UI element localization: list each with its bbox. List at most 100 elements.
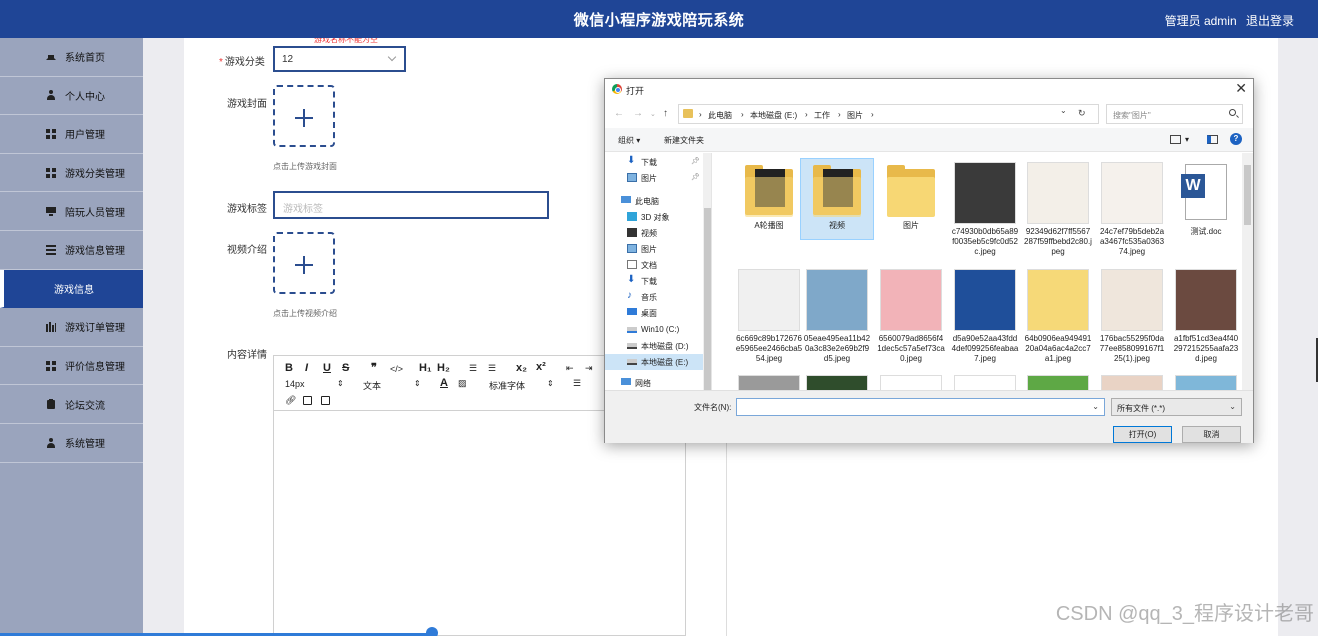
nav-item-pictures-quick[interactable]: 图片 📌︎ [605, 170, 711, 186]
file-item[interactable]: 05eae495ea11b420a3c83e2e69b2f9d5.jpeg [801, 266, 873, 363]
nav-item-documents[interactable]: 文档 [605, 257, 711, 273]
logout-link[interactable]: 退出登录 [1246, 14, 1294, 28]
chevron-down-icon[interactable]: ⌄ [1092, 402, 1099, 411]
refresh-icon[interactable]: ↻ [1078, 108, 1086, 119]
close-icon[interactable]: ✕ [1235, 80, 1247, 97]
nav-item-network[interactable]: 网络 [605, 375, 711, 390]
nav-item-downloads[interactable]: ⬇ 下载 📌︎ [605, 154, 711, 170]
text-type-select[interactable]: 文本 [363, 379, 381, 392]
font-size-select[interactable]: 14px [285, 379, 305, 389]
sidebar-item-companions[interactable]: 陪玩人员管理 [0, 192, 143, 231]
file-item[interactable]: c74930b0db65a89f0035eb5c9fc0d52c.jpeg [949, 159, 1021, 256]
underline-button[interactable]: U [323, 362, 331, 374]
nav-item-drive-d[interactable]: 本地磁盘 (D:) [605, 338, 711, 354]
breadcrumb-item[interactable]: 图片 [847, 110, 863, 121]
italic-button[interactable]: I [305, 362, 308, 374]
view-options-icon[interactable] [1170, 135, 1181, 144]
file-item[interactable]: 6560079ad8656f41dec5c57a5ef73ca0.jpeg [875, 266, 947, 363]
bullet-list-button[interactable]: ☰ [488, 363, 496, 374]
nav-scrollbar[interactable] [703, 153, 711, 390]
file-item[interactable]: 图片 [875, 159, 947, 239]
file-item[interactable] [875, 372, 947, 390]
file-item[interactable]: 176bac55295f0da77ee858099167f125(1).jpeg [1096, 266, 1168, 363]
help-icon[interactable]: ? [1230, 133, 1242, 145]
indent-button[interactable]: ⇥ [585, 363, 593, 374]
font-family-select[interactable]: 标准字体 [489, 379, 525, 392]
quote-button[interactable]: ❞ [371, 361, 377, 374]
file-item[interactable] [1096, 372, 1168, 390]
sidebar-item-reviews[interactable]: 评价信息管理 [0, 347, 143, 386]
bold-button[interactable]: B [285, 362, 293, 374]
image-icon[interactable] [303, 396, 312, 405]
recent-dropdown-icon[interactable]: ⌄ [650, 110, 656, 118]
tags-input[interactable]: 游戏标签 [273, 191, 549, 219]
sidebar-item-home[interactable]: 系统首页 [0, 38, 143, 77]
sidebar-item-users[interactable]: 用户管理 [0, 115, 143, 154]
nav-item-this-pc[interactable]: 此电脑 [605, 193, 711, 209]
sidebar-subitem-game-info[interactable]: 游戏信息 [0, 269, 143, 309]
subscript-button[interactable]: x₂ [516, 362, 527, 374]
ordered-list-button[interactable]: ☰ [469, 363, 477, 374]
h2-button[interactable]: H₂ [437, 362, 450, 374]
superscript-button[interactable]: x² [536, 361, 546, 373]
file-item[interactable]: 视频 [800, 158, 874, 240]
breadcrumb-item[interactable]: 此电脑 [708, 110, 732, 121]
sidebar-item-forum[interactable]: 论坛交流 [0, 385, 143, 424]
back-arrow-icon[interactable]: ← [614, 108, 624, 119]
file-item[interactable] [1170, 372, 1241, 390]
progress-handle[interactable] [426, 627, 438, 636]
new-folder-button[interactable]: 新建文件夹 [664, 135, 704, 146]
cancel-button[interactable]: 取消 [1182, 426, 1241, 443]
file-scrollbar[interactable] [1242, 153, 1253, 390]
strikethrough-button[interactable]: S [342, 362, 349, 374]
font-color-button[interactable]: A [440, 377, 448, 389]
open-button[interactable]: 打开(O) [1113, 426, 1172, 443]
file-item[interactable]: A轮播图 [733, 159, 805, 239]
video-icon[interactable] [321, 396, 330, 405]
nav-item-desktop[interactable]: 桌面 [605, 305, 711, 321]
file-item[interactable]: 24c7ef79b5deb2aa3467fc535a036374.jpeg [1096, 159, 1168, 256]
organize-button[interactable]: 组织 ▾ [618, 135, 640, 146]
up-arrow-icon[interactable]: ↑ [663, 108, 668, 119]
file-item[interactable]: 92349d62f7ff5567287f59ffbebd2c80.jpeg [1022, 159, 1094, 256]
preview-pane-icon[interactable] [1207, 135, 1218, 144]
nav-item-pictures[interactable]: 图片 [605, 241, 711, 257]
nav-item-drive-c[interactable]: Win10 (C:) [605, 322, 711, 338]
code-button[interactable]: </> [390, 364, 403, 374]
search-input[interactable]: 搜索"图片" [1106, 104, 1243, 124]
cover-upload[interactable] [273, 85, 335, 147]
filename-input[interactable]: ⌄ [736, 398, 1105, 416]
video-upload[interactable] [273, 232, 335, 294]
file-item[interactable] [733, 372, 805, 390]
sidebar-item-profile[interactable]: 个人中心 [0, 77, 143, 116]
file-item[interactable] [949, 372, 1021, 390]
breadcrumb-item[interactable]: 工作 [814, 110, 830, 121]
breadcrumb-item[interactable]: 本地磁盘 (E:) [750, 110, 797, 121]
address-bar[interactable]: › 此电脑 › 本地磁盘 (E:) › 工作 › 图片 › [678, 104, 1099, 124]
nav-item-drive-e[interactable]: 本地磁盘 (E:) [605, 354, 711, 370]
bg-color-button[interactable]: ▨ [458, 378, 467, 389]
nav-item-downloads-pc[interactable]: ⬇ 下载 [605, 273, 711, 289]
nav-item-music[interactable]: ♪ 音乐 [605, 289, 711, 305]
scroll-thumb[interactable] [1244, 165, 1251, 225]
sidebar-item-game-info-mgmt[interactable]: 游戏信息管理 [0, 231, 143, 270]
nav-item-videos[interactable]: 视频 [605, 225, 711, 241]
file-item[interactable]: 64b0906ea94949120a04a6ac4a2cc7a1.jpeg [1022, 266, 1094, 363]
file-item[interactable] [801, 372, 873, 390]
scroll-thumb[interactable] [704, 208, 711, 390]
file-item[interactable]: d5a90e52aa43fdd4def099256feabaa7.jpeg [949, 266, 1021, 363]
file-item[interactable] [1022, 372, 1094, 390]
chevron-down-icon[interactable]: ⌄ [1060, 106, 1067, 115]
nav-item-3d-objects[interactable]: 3D 对象 [605, 209, 711, 225]
sidebar-item-system[interactable]: 系统管理 [0, 424, 143, 463]
align-button[interactable]: ☰ [573, 378, 581, 389]
sidebar-item-game-category[interactable]: 游戏分类管理 [0, 154, 143, 193]
sidebar-item-orders[interactable]: 游戏订单管理 [0, 308, 143, 347]
link-button[interactable]: 🔗︎ [285, 395, 296, 406]
outdent-button[interactable]: ⇤ [566, 363, 574, 374]
filetype-select[interactable]: 所有文件 (*.*) ⌄ [1111, 398, 1242, 416]
file-item[interactable]: a1fbf51cd3ea4f40297215255aafa23d.jpeg [1170, 266, 1241, 363]
file-item[interactable]: W 测试.doc [1170, 159, 1241, 239]
chevron-down-icon[interactable]: ▾ [1185, 135, 1189, 144]
category-select[interactable]: 12 [273, 46, 406, 72]
